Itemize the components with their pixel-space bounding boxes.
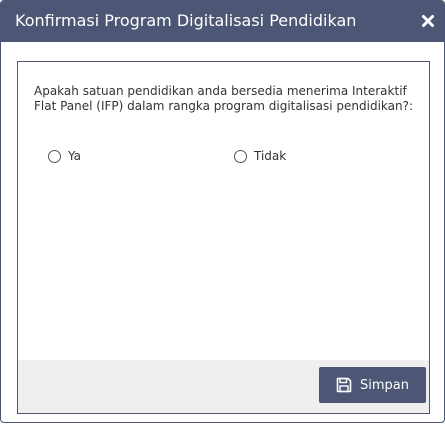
radio-tidak[interactable] bbox=[234, 149, 247, 163]
confirmation-dialog: Konfirmasi Program Digitalisasi Pendidik… bbox=[0, 0, 445, 423]
option-ya-label: Ya bbox=[68, 149, 82, 163]
dialog-title: Konfirmasi Program Digitalisasi Pendidik… bbox=[15, 11, 357, 30]
option-ya[interactable]: Ya bbox=[48, 148, 81, 164]
close-icon[interactable] bbox=[418, 11, 438, 31]
dialog-header: Konfirmasi Program Digitalisasi Pendidik… bbox=[1, 1, 444, 42]
question-text: Apakah satuan pendidikan anda bersedia m… bbox=[34, 84, 414, 113]
floppy-disk-icon bbox=[336, 377, 352, 393]
radio-ya[interactable] bbox=[48, 149, 61, 163]
dialog-footer: Simpan bbox=[18, 360, 429, 413]
option-tidak-label: Tidak bbox=[254, 149, 287, 163]
option-tidak[interactable]: Tidak bbox=[234, 148, 286, 164]
dialog-body: Apakah satuan pendidikan anda bersedia m… bbox=[17, 61, 430, 414]
save-button-label: Simpan bbox=[360, 377, 409, 393]
save-button[interactable]: Simpan bbox=[319, 367, 426, 403]
